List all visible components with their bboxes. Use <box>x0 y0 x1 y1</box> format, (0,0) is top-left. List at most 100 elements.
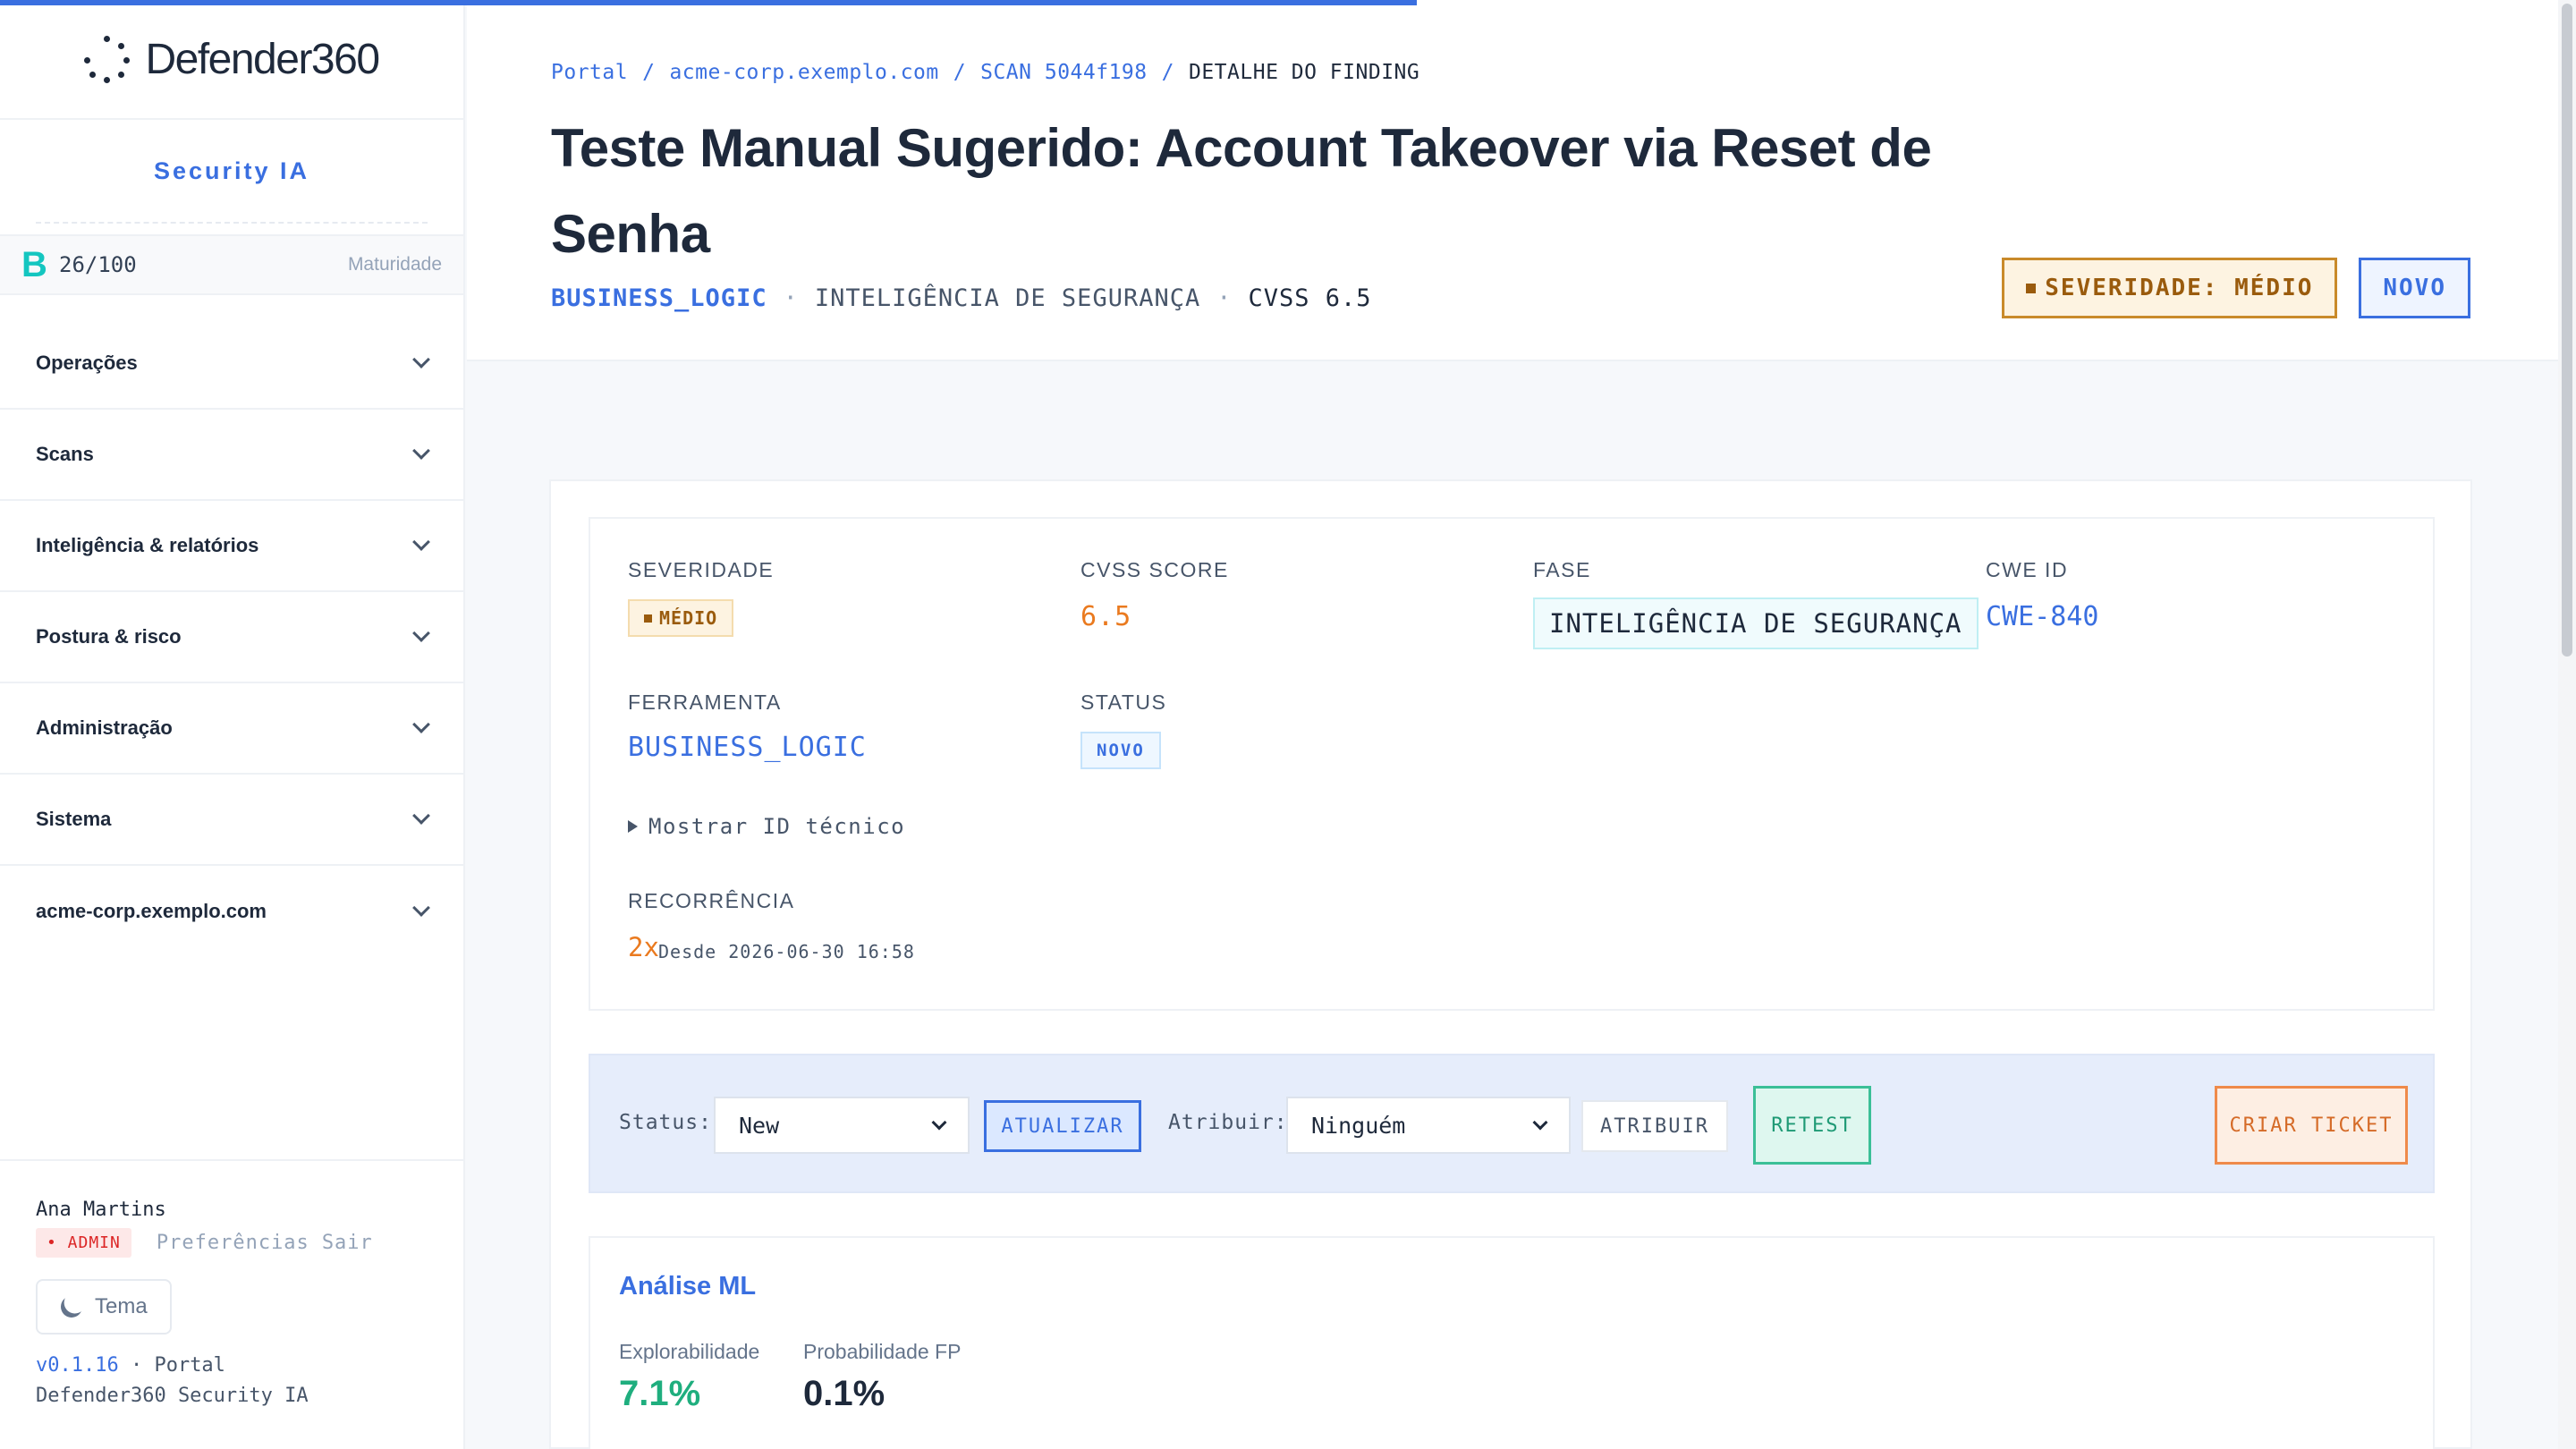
logo-text: Defender360 <box>145 35 380 83</box>
ml-analysis-title: Análise ML <box>619 1272 757 1301</box>
sidebar-item-scans[interactable]: Scans <box>0 410 463 501</box>
sidebar-item-label: Postura & risco <box>36 625 182 648</box>
logo[interactable]: Defender360 <box>0 0 463 120</box>
sidebar-footer: Ana Martins • ADMIN Preferências Sair Te… <box>0 1159 463 1449</box>
maturity-label: Maturidade <box>347 254 442 275</box>
phase-label: FASE <box>1533 558 1591 581</box>
maturity-indicator[interactable]: B 26/100 Maturidade <box>0 234 463 295</box>
assign-select-label: Atribuir: <box>1168 1111 1288 1134</box>
chevron-down-icon <box>412 899 430 917</box>
assignee-select[interactable]: Ninguém <box>1286 1097 1571 1154</box>
cwe-link[interactable]: CWE-840 <box>1986 601 2098 632</box>
status-select-value: New <box>739 1112 780 1139</box>
assign-button[interactable]: ATRIBUIR <box>1581 1100 1728 1152</box>
role-badge: • ADMIN <box>36 1228 131 1258</box>
tool-label: FERRAMENTA <box>628 691 782 714</box>
cwe-label: CWE ID <box>1986 558 2069 581</box>
breadcrumb-separator: / <box>1161 61 1174 84</box>
sidebar-section-title: Security IA <box>36 120 428 224</box>
sidebar-item-postura[interactable]: Postura & risco <box>0 592 463 683</box>
cvss-value: 6.5 <box>1080 601 1132 632</box>
preferences-link[interactable]: Preferências <box>157 1232 309 1254</box>
scrollbar-thumb[interactable] <box>2562 4 2572 657</box>
fp-probability-label: Probabilidade FP <box>803 1340 962 1363</box>
chevron-down-icon <box>412 533 430 551</box>
sidebar-item-label: Sistema <box>36 808 112 830</box>
logo-dots-icon <box>84 36 131 83</box>
logout-link[interactable]: Sair <box>322 1232 373 1254</box>
exploitability-value: 7.1% <box>619 1374 701 1413</box>
sidebar-nav: Operações Scans Inteligência & relatório… <box>0 318 463 957</box>
severity-badge-label: SEVERIDADE: MÉDIO <box>2045 275 2314 301</box>
chevron-down-icon <box>931 1114 947 1131</box>
maturity-score: 26/100 <box>59 252 137 277</box>
version-suffix: · Portal <box>118 1354 225 1377</box>
meta-phase: INTELIGÊNCIA DE SEGURANÇA <box>814 284 1201 312</box>
sidebar-item-operacoes[interactable]: Operações <box>0 318 463 410</box>
breadcrumb-tenant[interactable]: acme-corp.exemplo.com <box>669 61 938 84</box>
recurrence-label: RECORRÊNCIA <box>628 889 795 912</box>
recurrence-since: Desde 2026-06-30 16:58 <box>658 941 915 962</box>
sidebar-item-label: Operações <box>36 352 138 374</box>
meta-tool[interactable]: BUSINESS_LOGIC <box>551 284 767 312</box>
finding-meta: BUSINESS_LOGIC · INTELIGÊNCIA DE SEGURAN… <box>551 284 1372 312</box>
moon-icon <box>58 1293 86 1321</box>
sidebar-item-label: Scans <box>36 443 94 465</box>
fp-probability-value: 0.1% <box>803 1374 886 1413</box>
status-select-label: Status: <box>619 1111 712 1134</box>
breadcrumb: Portal / acme-corp.exemplo.com / SCAN 50… <box>551 61 1419 84</box>
sidebar: Defender360 Security IA B 26/100 Maturid… <box>0 0 465 1449</box>
user-name: Ana Martins <box>36 1199 166 1221</box>
meta-cvss: CVSS 6.5 <box>1248 284 1372 312</box>
sidebar-item-label: acme-corp.exemplo.com <box>36 900 267 922</box>
breadcrumb-current: DETALHE DO FINDING <box>1188 61 1420 84</box>
triangle-right-icon <box>628 820 638 833</box>
severity-square-icon <box>644 614 652 623</box>
cvss-label: CVSS SCORE <box>1080 558 1229 581</box>
page-loading-progress <box>0 0 1417 5</box>
version-info: v0.1.16 · Portal Defender360 Security IA <box>36 1351 428 1411</box>
retest-button[interactable]: RETEST <box>1753 1086 1871 1165</box>
update-status-button[interactable]: ATUALIZAR <box>984 1100 1141 1152</box>
chevron-down-icon <box>412 624 430 642</box>
meta-separator: · <box>783 284 799 312</box>
sidebar-item-sistema[interactable]: Sistema <box>0 775 463 866</box>
assignee-select-value: Ninguém <box>1311 1112 1406 1139</box>
status-label: STATUS <box>1080 691 1167 714</box>
chevron-down-icon <box>1532 1114 1548 1131</box>
severity-pill-label: MÉDIO <box>659 607 718 629</box>
tool-link[interactable]: BUSINESS_LOGIC <box>628 732 867 763</box>
chevron-down-icon <box>412 442 430 460</box>
header-badges: SEVERIDADE: MÉDIO NOVO <box>2002 258 2470 318</box>
sidebar-item-label: Inteligência & relatórios <box>36 534 259 556</box>
severity-square-icon <box>2026 283 2037 293</box>
status-pill: NOVO <box>1080 732 1161 769</box>
chevron-down-icon <box>412 716 430 733</box>
breadcrumb-scan[interactable]: SCAN 5044f198 <box>980 61 1148 84</box>
show-technical-id-toggle[interactable]: Mostrar ID técnico <box>628 814 905 839</box>
severity-pill: MÉDIO <box>628 599 734 637</box>
breadcrumb-separator: / <box>642 61 656 84</box>
sidebar-item-tenant[interactable]: acme-corp.exemplo.com <box>0 866 463 957</box>
status-select[interactable]: New <box>714 1097 970 1154</box>
breadcrumb-separator: / <box>953 61 967 84</box>
version-link[interactable]: v0.1.16 <box>36 1354 119 1377</box>
theme-toggle-button[interactable]: Tema <box>36 1279 172 1335</box>
sidebar-item-administracao[interactable]: Administração <box>0 683 463 775</box>
page-scrollbar[interactable] <box>2558 0 2576 1449</box>
status-badge: NOVO <box>2359 258 2470 318</box>
sidebar-item-label: Administração <box>36 716 173 739</box>
exploitability-label: Explorabilidade <box>619 1340 760 1363</box>
theme-label: Tema <box>95 1294 148 1318</box>
breadcrumb-portal[interactable]: Portal <box>551 61 628 84</box>
severity-badge: SEVERIDADE: MÉDIO <box>2002 258 2338 318</box>
sidebar-item-inteligencia[interactable]: Inteligência & relatórios <box>0 501 463 592</box>
create-ticket-button[interactable]: CRIAR TICKET <box>2215 1086 2408 1165</box>
recurrence-count: 2x <box>628 932 659 962</box>
finding-actions: Status: New ATUALIZAR Atribuir: Ninguém … <box>589 1054 2435 1193</box>
chevron-down-icon <box>412 807 430 825</box>
show-id-label: Mostrar ID técnico <box>648 814 906 839</box>
page-header: Portal / acme-corp.exemplo.com / SCAN 50… <box>467 0 2558 361</box>
meta-separator: · <box>1216 284 1233 312</box>
maturity-grade: B <box>21 244 47 284</box>
